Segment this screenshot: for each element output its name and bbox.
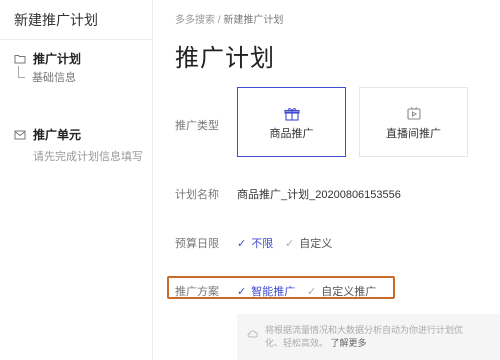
- type-option-product-label: 商品推广: [269, 128, 314, 140]
- budget-option-unlimited[interactable]: ✓ 不限: [237, 235, 273, 251]
- budget-label: 预算日限: [175, 238, 219, 250]
- page-title: 推广计划: [175, 45, 275, 72]
- main-content: 多多搜索 / 新建推广计划 推广计划 推广类型 商品推广 直播间推广 计划名称 …: [153, 0, 500, 360]
- sidebar-unit-desc: 请先完成计划信息填写: [33, 151, 143, 163]
- scheme-option-smart[interactable]: ✓ 智能推广: [237, 283, 295, 299]
- check-icon: ✓: [307, 285, 317, 298]
- folder-icon: [14, 52, 26, 64]
- sidebar: 新建推广计划 推广计划 基础信息 推广单元 请先完成计划信息填写: [0, 0, 153, 360]
- breadcrumb-separator: /: [217, 15, 221, 26]
- learn-more-link[interactable]: 了解更多: [331, 338, 367, 348]
- sidebar-item-unit[interactable]: 推广单元: [14, 126, 152, 142]
- type-option-live[interactable]: 直播间推广: [359, 87, 468, 157]
- name-label: 计划名称: [175, 189, 219, 201]
- sidebar-section-unit[interactable]: 推广单元 请先完成计划信息填写: [0, 126, 152, 164]
- type-option-product[interactable]: 商品推广: [237, 87, 346, 157]
- scheme-option-smart-label: 智能推广: [251, 286, 296, 298]
- breadcrumb-root[interactable]: 多多搜索: [175, 15, 215, 26]
- sidebar-title: 新建推广计划: [0, 0, 152, 40]
- check-icon: ✓: [237, 237, 247, 250]
- sidebar-item-plan-label: 推广计划: [33, 51, 82, 66]
- budget-option-custom[interactable]: ✓ 自定义: [285, 235, 332, 251]
- breadcrumb-current: 新建推广计划: [223, 15, 284, 26]
- sidebar-subitem-label: 基础信息: [32, 72, 76, 84]
- scheme-option-custom-label: 自定义推广: [321, 286, 377, 298]
- sidebar-item-unit-label: 推广单元: [33, 127, 82, 142]
- budget-option-custom-label: 自定义: [299, 238, 333, 250]
- sidebar-section-plan[interactable]: 推广计划 基础信息: [0, 50, 152, 86]
- scheme-label: 推广方案: [175, 286, 219, 298]
- tree-connector: [18, 66, 25, 78]
- gift-icon: [283, 107, 300, 121]
- cloud-icon: [247, 325, 259, 338]
- breadcrumb: 多多搜索 / 新建推广计划: [175, 11, 283, 26]
- live-tv-icon: [406, 107, 422, 121]
- mail-icon: [14, 128, 26, 140]
- plan-name-field[interactable]: 商品推广_计划_20200806153556: [237, 186, 401, 202]
- check-icon: ✓: [237, 285, 247, 298]
- type-option-live-label: 直播间推广: [386, 128, 441, 140]
- sidebar-subitem-basic-info[interactable]: 基础信息: [14, 66, 152, 86]
- info-panel: 将根据流量情况和大数据分析自动为你进行计划优化、轻松高效。 了解更多: [237, 314, 500, 360]
- budget-option-unlimited-label: 不限: [251, 238, 274, 250]
- scheme-option-custom[interactable]: ✓ 自定义推广: [307, 283, 376, 299]
- check-icon: ✓: [285, 237, 295, 250]
- info-text: 将根据流量情况和大数据分析自动为你进行计划优化、轻松高效。 了解更多: [265, 324, 470, 350]
- sidebar-item-plan[interactable]: 推广计划: [14, 50, 152, 66]
- type-label: 推广类型: [175, 120, 219, 132]
